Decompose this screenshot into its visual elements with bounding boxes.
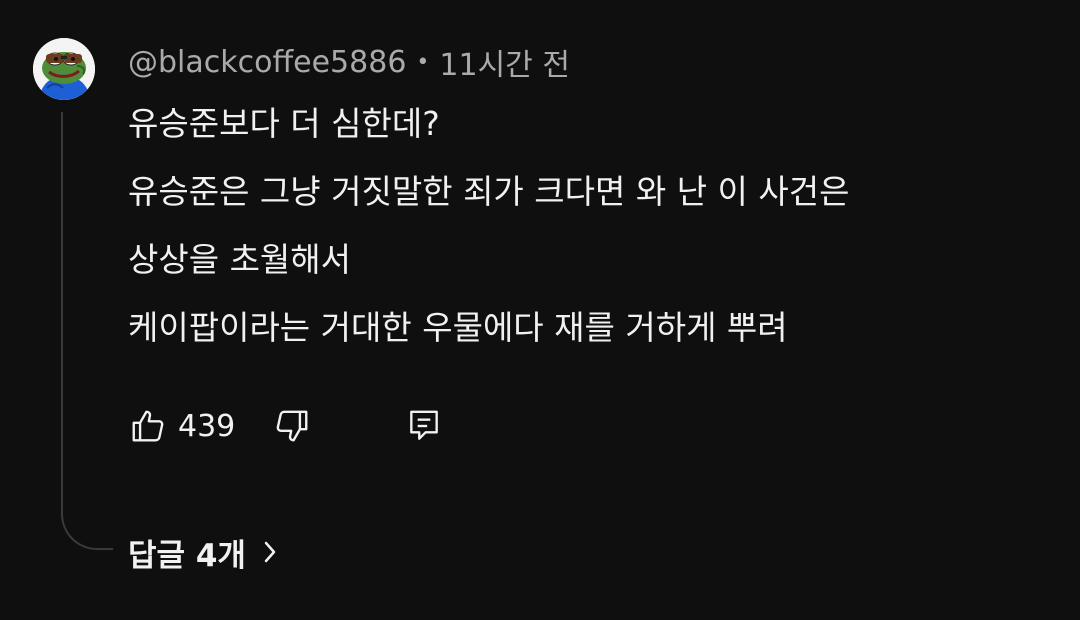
comment-text: 유승준보다 더 심한데? 유승준은 그냥 거짓말한 죄가 크다면 와 난 이 사… [128,104,1058,376]
thumbs-down-icon [276,410,308,442]
like-button[interactable] [128,406,168,446]
author-handle[interactable]: @blackcoffee5886 [128,45,406,80]
like-count: 439 [178,408,236,444]
comment-timestamp[interactable]: 11시간 전 [439,40,570,84]
reply-button[interactable] [404,406,444,446]
comment-line: 상상을 초월해서 [128,240,352,279]
reply-comment-icon [410,410,438,440]
comment-line: 유승준은 그냥 거짓말한 죄가 크다면 와 난 이 사건은 [128,172,850,211]
replies-count-label: 답글 4개 [128,537,246,574]
pepe-frog-avatar-icon [33,38,95,100]
chevron-right-icon [262,539,278,565]
dislike-button[interactable] [272,406,312,446]
thumbs-up-icon [132,410,164,442]
thread-connector-line [61,112,113,550]
comment-line: 케이팝이라는 거대한 우물에다 재를 거하게 뿌려 [128,308,788,347]
header-separator: • [416,49,430,75]
comment-line: 유승준보다 더 심한데? [128,104,440,143]
comment-header: @blackcoffee5886 • 11시간 전 [128,40,570,84]
view-replies-button[interactable]: 답글 4개 [128,530,278,574]
author-avatar[interactable] [33,38,95,100]
comment-actions: 439 [128,404,444,448]
